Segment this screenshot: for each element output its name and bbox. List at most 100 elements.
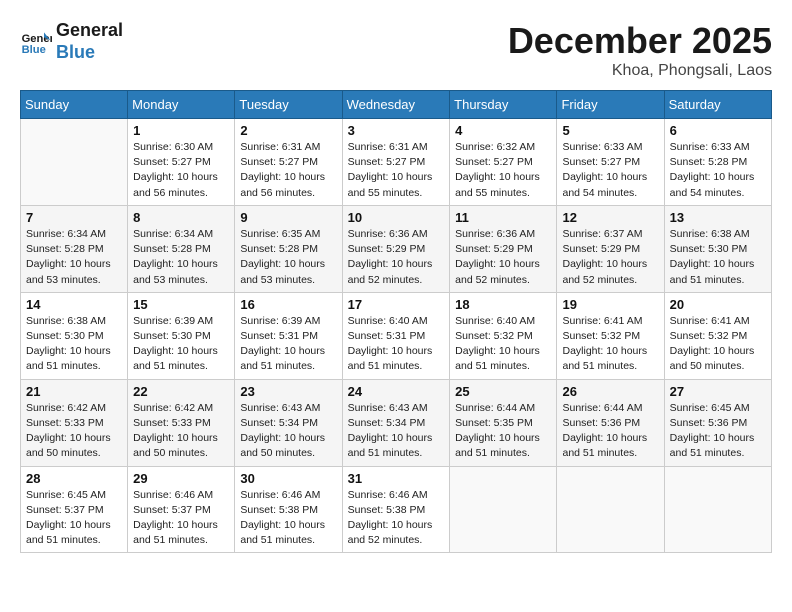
calendar-cell: 27Sunrise: 6:45 AM Sunset: 5:36 PM Dayli… bbox=[664, 379, 771, 466]
day-number: 17 bbox=[348, 297, 445, 312]
calendar-cell: 21 Sunrise: 6:42 AM Sunset: 5:33 PM Dayli… bbox=[21, 379, 128, 466]
calendar-week-row: 28Sunrise: 6:45 AM Sunset: 5:37 PM Dayli… bbox=[21, 466, 772, 553]
calendar-cell: 29 Sunrise: 6:46 AM Sunset: 5:37 PM Dayli… bbox=[128, 466, 235, 553]
day-number: 25 bbox=[455, 384, 551, 399]
calendar-cell bbox=[557, 466, 664, 553]
day-info: Sunrise: 6:46 AM Sunset: 5:38 PM Dayligh… bbox=[240, 488, 336, 549]
day-number: 8 bbox=[133, 210, 229, 225]
calendar-cell: 22 Sunrise: 6:42 AM Sunset: 5:33 PM Dayli… bbox=[128, 379, 235, 466]
calendar-cell: 14 Sunrise: 6:38 AM Sunset: 5:30 PM Dayli… bbox=[21, 292, 128, 379]
day-info: Sunrise: 6:32 AM Sunset: 5:27 PM Dayligh… bbox=[455, 140, 551, 201]
day-number: 13 bbox=[670, 210, 766, 225]
calendar-cell: 7 Sunrise: 6:34 AM Sunset: 5:28 PM Daylig… bbox=[21, 205, 128, 292]
day-info: Sunrise: 6:31 AM Sunset: 5:27 PM Dayligh… bbox=[348, 140, 445, 201]
day-number: 12 bbox=[562, 210, 658, 225]
calendar-cell: 6 Sunrise: 6:33 AM Sunset: 5:28 PM Daylig… bbox=[664, 119, 771, 206]
day-info: Sunrise: 6:46 AM Sunset: 5:37 PM Dayligh… bbox=[133, 488, 229, 549]
calendar-cell: 5 Sunrise: 6:33 AM Sunset: 5:27 PM Daylig… bbox=[557, 119, 664, 206]
day-number: 22 bbox=[133, 384, 229, 399]
calendar-week-row: 21 Sunrise: 6:42 AM Sunset: 5:33 PM Dayli… bbox=[21, 379, 772, 466]
day-info: Sunrise: 6:43 AM Sunset: 5:34 PM Dayligh… bbox=[240, 401, 336, 462]
day-number: 19 bbox=[562, 297, 658, 312]
day-info: Sunrise: 6:35 AM Sunset: 5:28 PM Dayligh… bbox=[240, 227, 336, 288]
location: Khoa, Phongsali, Laos bbox=[508, 62, 772, 80]
calendar-cell bbox=[450, 466, 557, 553]
calendar-cell: 31 Sunrise: 6:46 AM Sunset: 5:38 PM Dayli… bbox=[342, 466, 450, 553]
weekday-header-friday: Friday bbox=[557, 91, 664, 119]
day-number: 3 bbox=[348, 123, 445, 138]
calendar-cell: 8Sunrise: 6:34 AM Sunset: 5:28 PM Daylig… bbox=[128, 205, 235, 292]
day-info: Sunrise: 6:41 AM Sunset: 5:32 PM Dayligh… bbox=[670, 314, 766, 375]
calendar-cell: 15Sunrise: 6:39 AM Sunset: 5:30 PM Dayli… bbox=[128, 292, 235, 379]
day-info: Sunrise: 6:46 AM Sunset: 5:38 PM Dayligh… bbox=[348, 488, 445, 549]
day-number: 26 bbox=[562, 384, 658, 399]
calendar-cell bbox=[21, 119, 128, 206]
day-info: Sunrise: 6:40 AM Sunset: 5:31 PM Dayligh… bbox=[348, 314, 445, 375]
calendar-cell: 25Sunrise: 6:44 AM Sunset: 5:35 PM Dayli… bbox=[450, 379, 557, 466]
calendar-cell: 20 Sunrise: 6:41 AM Sunset: 5:32 PM Dayli… bbox=[664, 292, 771, 379]
day-info: Sunrise: 6:33 AM Sunset: 5:27 PM Dayligh… bbox=[562, 140, 658, 201]
day-number: 18 bbox=[455, 297, 551, 312]
day-info: Sunrise: 6:33 AM Sunset: 5:28 PM Dayligh… bbox=[670, 140, 766, 201]
day-info: Sunrise: 6:41 AM Sunset: 5:32 PM Dayligh… bbox=[562, 314, 658, 375]
calendar-cell: 28Sunrise: 6:45 AM Sunset: 5:37 PM Dayli… bbox=[21, 466, 128, 553]
calendar-cell: 30 Sunrise: 6:46 AM Sunset: 5:38 PM Dayli… bbox=[235, 466, 342, 553]
day-info: Sunrise: 6:42 AM Sunset: 5:33 PM Dayligh… bbox=[26, 401, 122, 462]
calendar-cell: 26 Sunrise: 6:44 AM Sunset: 5:36 PM Dayli… bbox=[557, 379, 664, 466]
calendar-cell: 17 Sunrise: 6:40 AM Sunset: 5:31 PM Dayli… bbox=[342, 292, 450, 379]
day-info: Sunrise: 6:39 AM Sunset: 5:31 PM Dayligh… bbox=[240, 314, 336, 375]
day-number: 29 bbox=[133, 471, 229, 486]
page-header: General Blue General Blue December 2025 … bbox=[20, 20, 772, 80]
calendar-week-row: 14 Sunrise: 6:38 AM Sunset: 5:30 PM Dayli… bbox=[21, 292, 772, 379]
svg-text:General: General bbox=[22, 33, 52, 45]
calendar-cell: 9 Sunrise: 6:35 AM Sunset: 5:28 PM Daylig… bbox=[235, 205, 342, 292]
day-number: 7 bbox=[26, 210, 122, 225]
day-number: 5 bbox=[562, 123, 658, 138]
day-number: 16 bbox=[240, 297, 336, 312]
weekday-header-sunday: Sunday bbox=[21, 91, 128, 119]
day-info: Sunrise: 6:42 AM Sunset: 5:33 PM Dayligh… bbox=[133, 401, 229, 462]
day-number: 10 bbox=[348, 210, 445, 225]
logo-icon: General Blue bbox=[20, 26, 52, 58]
day-number: 15 bbox=[133, 297, 229, 312]
title-block: December 2025 Khoa, Phongsali, Laos bbox=[508, 20, 772, 80]
logo-blue: Blue bbox=[56, 42, 123, 64]
day-info: Sunrise: 6:34 AM Sunset: 5:28 PM Dayligh… bbox=[26, 227, 122, 288]
day-info: Sunrise: 6:43 AM Sunset: 5:34 PM Dayligh… bbox=[348, 401, 445, 462]
weekday-header-tuesday: Tuesday bbox=[235, 91, 342, 119]
day-info: Sunrise: 6:45 AM Sunset: 5:36 PM Dayligh… bbox=[670, 401, 766, 462]
day-info: Sunrise: 6:45 AM Sunset: 5:37 PM Dayligh… bbox=[26, 488, 122, 549]
calendar-cell: 1 Sunrise: 6:30 AM Sunset: 5:27 PM Daylig… bbox=[128, 119, 235, 206]
day-info: Sunrise: 6:38 AM Sunset: 5:30 PM Dayligh… bbox=[26, 314, 122, 375]
day-number: 30 bbox=[240, 471, 336, 486]
weekday-header-wednesday: Wednesday bbox=[342, 91, 450, 119]
calendar-cell: 13Sunrise: 6:38 AM Sunset: 5:30 PM Dayli… bbox=[664, 205, 771, 292]
day-number: 21 bbox=[26, 384, 122, 399]
day-info: Sunrise: 6:40 AM Sunset: 5:32 PM Dayligh… bbox=[455, 314, 551, 375]
calendar-cell: 16 Sunrise: 6:39 AM Sunset: 5:31 PM Dayli… bbox=[235, 292, 342, 379]
day-info: Sunrise: 6:31 AM Sunset: 5:27 PM Dayligh… bbox=[240, 140, 336, 201]
calendar-week-row: 1 Sunrise: 6:30 AM Sunset: 5:27 PM Daylig… bbox=[21, 119, 772, 206]
day-info: Sunrise: 6:30 AM Sunset: 5:27 PM Dayligh… bbox=[133, 140, 229, 201]
calendar-table: SundayMondayTuesdayWednesdayThursdayFrid… bbox=[20, 90, 772, 553]
day-number: 2 bbox=[240, 123, 336, 138]
calendar-cell: 11Sunrise: 6:36 AM Sunset: 5:29 PM Dayli… bbox=[450, 205, 557, 292]
day-number: 31 bbox=[348, 471, 445, 486]
day-number: 14 bbox=[26, 297, 122, 312]
calendar-cell bbox=[664, 466, 771, 553]
day-number: 20 bbox=[670, 297, 766, 312]
day-number: 24 bbox=[348, 384, 445, 399]
month-title: December 2025 bbox=[508, 20, 772, 62]
weekday-header-row: SundayMondayTuesdayWednesdayThursdayFrid… bbox=[21, 91, 772, 119]
day-number: 9 bbox=[240, 210, 336, 225]
weekday-header-thursday: Thursday bbox=[450, 91, 557, 119]
svg-text:Blue: Blue bbox=[22, 44, 46, 56]
calendar-cell: 24 Sunrise: 6:43 AM Sunset: 5:34 PM Dayli… bbox=[342, 379, 450, 466]
day-number: 1 bbox=[133, 123, 229, 138]
logo-general: General bbox=[56, 20, 123, 42]
calendar-cell: 10Sunrise: 6:36 AM Sunset: 5:29 PM Dayli… bbox=[342, 205, 450, 292]
calendar-week-row: 7 Sunrise: 6:34 AM Sunset: 5:28 PM Daylig… bbox=[21, 205, 772, 292]
day-number: 6 bbox=[670, 123, 766, 138]
calendar-cell: 19 Sunrise: 6:41 AM Sunset: 5:32 PM Dayli… bbox=[557, 292, 664, 379]
day-info: Sunrise: 6:44 AM Sunset: 5:36 PM Dayligh… bbox=[562, 401, 658, 462]
